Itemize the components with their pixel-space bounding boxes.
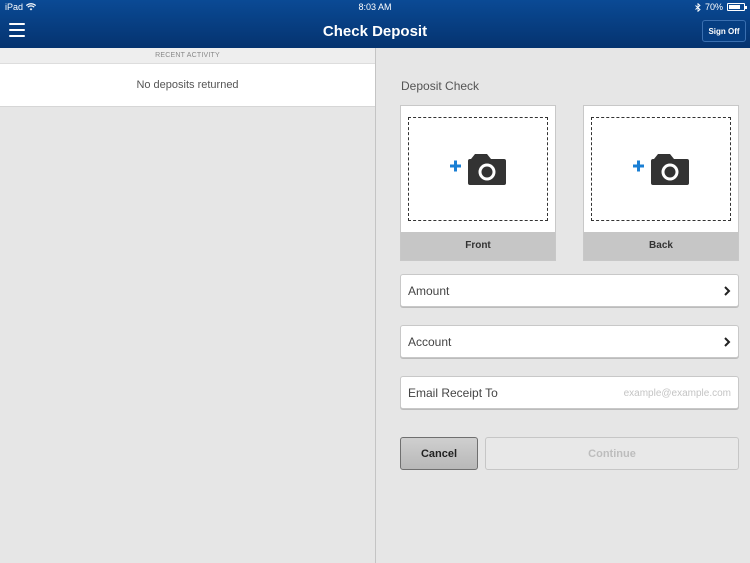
recent-activity-empty-message: No deposits returned: [0, 64, 375, 107]
deposit-check-panel: Deposit Check Front Back Amount Account …: [376, 48, 750, 563]
back-label: Back: [584, 232, 738, 260]
add-camera-icon: [633, 154, 689, 185]
email-receipt-field[interactable]: Email Receipt To example@example.com: [400, 376, 739, 409]
continue-button[interactable]: Continue: [485, 437, 739, 470]
chevron-right-icon: [724, 286, 731, 296]
cancel-button[interactable]: Cancel: [400, 437, 478, 470]
page-title: Check Deposit: [322, 23, 428, 40]
front-label: Front: [401, 232, 555, 260]
add-camera-icon: [450, 154, 506, 185]
status-time: 8:03 AM: [358, 2, 392, 12]
sign-off-button[interactable]: Sign Off: [702, 20, 746, 42]
recent-activity-panel: RECENT ACTIVITY No deposits returned: [0, 48, 375, 563]
recent-activity-header: RECENT ACTIVITY: [0, 48, 375, 64]
bluetooth-icon: [695, 2, 701, 12]
status-right: 70%: [695, 2, 747, 12]
chevron-right-icon: [724, 337, 731, 347]
battery-icon: [727, 3, 747, 11]
amount-field[interactable]: Amount: [400, 274, 739, 307]
email-receipt-label: Email Receipt To: [408, 386, 498, 400]
amount-label: Amount: [408, 284, 450, 298]
section-title: Deposit Check: [401, 79, 480, 93]
back-capture-button[interactable]: Back: [583, 105, 739, 261]
back-capture-frame: [591, 117, 731, 221]
email-placeholder: example@example.com: [623, 388, 731, 399]
navigation-bar: Check Deposit Sign Off: [0, 15, 750, 48]
account-label: Account: [408, 335, 452, 349]
status-bar: iPad 8:03 AM 70%: [0, 0, 750, 15]
battery-percent: 70%: [704, 2, 723, 12]
front-capture-button[interactable]: Front: [400, 105, 556, 261]
top-bar: iPad 8:03 AM 70% Check Deposit Sign Off: [0, 0, 750, 48]
account-field[interactable]: Account: [400, 325, 739, 358]
front-capture-frame: [408, 117, 548, 221]
